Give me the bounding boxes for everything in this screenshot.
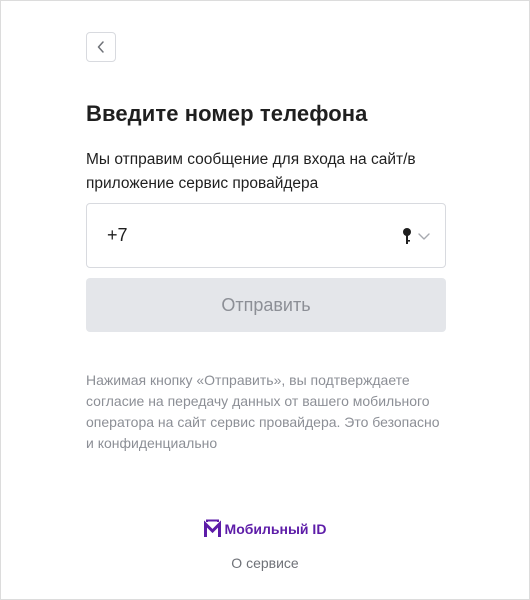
brand-name: Мобильный ID	[224, 520, 327, 537]
mobile-id-logo-icon	[203, 519, 221, 537]
brand-logo: Мобильный ID	[1, 519, 529, 538]
chevron-down-icon[interactable]	[417, 231, 431, 241]
key-icon[interactable]	[401, 227, 413, 245]
submit-button[interactable]: Отправить	[86, 278, 446, 332]
field-icons	[401, 227, 431, 245]
consent-disclaimer: Нажимая кнопку «Отправить», вы подтвержд…	[86, 372, 440, 451]
phone-input[interactable]	[107, 225, 401, 246]
auth-window: Введите номер телефона Мы отправим сообщ…	[0, 0, 530, 600]
page-title: Введите номер телефона	[86, 101, 368, 126]
back-button[interactable]	[86, 32, 116, 62]
phone-field[interactable]	[86, 203, 446, 268]
chevron-left-icon	[97, 41, 104, 53]
page-subtitle: Мы отправим сообщение для входа на сайт/…	[86, 151, 416, 192]
about-service-link[interactable]: О сервисе	[1, 555, 529, 571]
